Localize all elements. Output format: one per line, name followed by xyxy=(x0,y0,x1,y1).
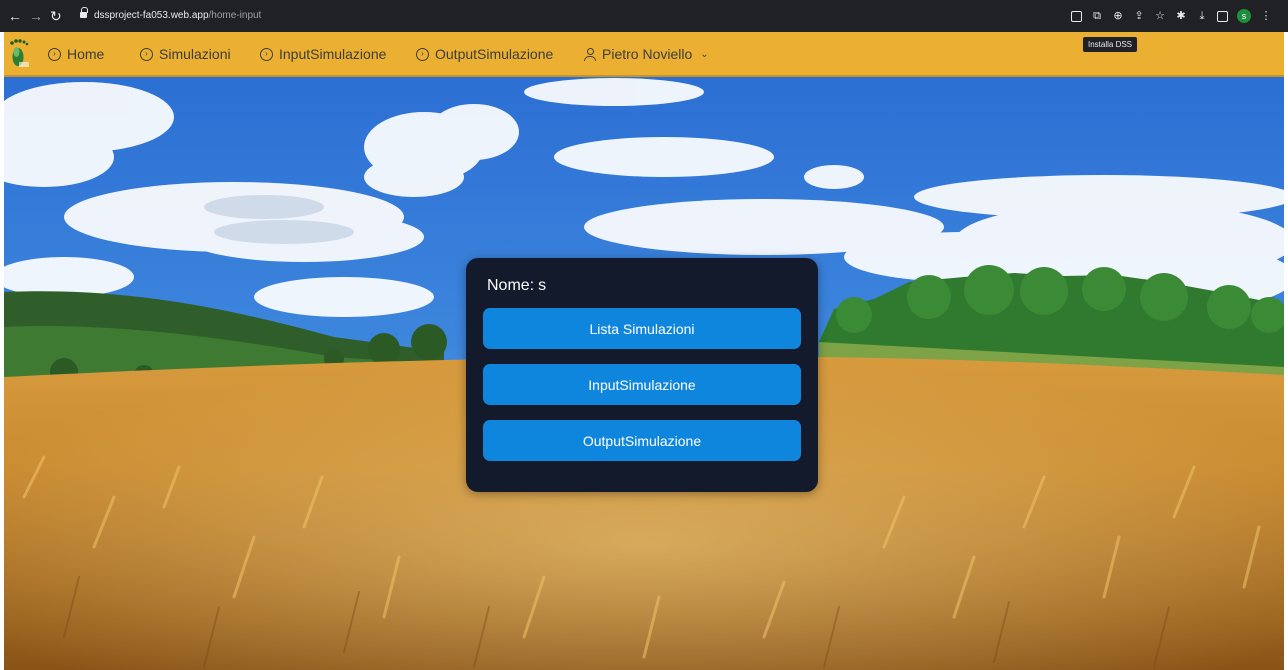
home-input-card: Nome: s Lista Simulazioni InputSimulazion… xyxy=(466,258,818,492)
lista-simulazioni-button[interactable]: Lista Simulazioni xyxy=(483,308,801,349)
lock-icon xyxy=(80,7,88,18)
url-path: /home-input xyxy=(208,10,262,21)
name-value: s xyxy=(538,277,547,294)
bookmark-star-icon[interactable]: ☆ xyxy=(1154,10,1166,22)
translate-icon[interactable]: ⧉ xyxy=(1091,10,1103,22)
chevron-circle-icon: › xyxy=(48,47,61,61)
nav-simulazioni[interactable]: › Simulazioni xyxy=(140,46,231,62)
toolbar-icons: ⧉ ⊕ ⇪ ☆ ✱ ⤓ s ⋮ xyxy=(1071,9,1272,23)
nav-outputsimulazione[interactable]: › OutputSimulazione xyxy=(416,46,553,62)
input-simulazione-button[interactable]: InputSimulazione xyxy=(483,364,801,405)
chevron-circle-icon: › xyxy=(260,47,273,61)
output-simulazione-button[interactable]: OutputSimulazione xyxy=(483,420,801,461)
chevron-circle-icon: › xyxy=(416,47,429,61)
nav-inputsimulazione[interactable]: › InputSimulazione xyxy=(260,46,386,62)
profile-avatar[interactable]: s xyxy=(1237,9,1251,23)
nav-outputsimulazione-label: OutputSimulazione xyxy=(435,46,554,62)
url-host: dssproject-fa053.web.app xyxy=(94,10,209,21)
app-logo[interactable] xyxy=(8,37,30,69)
back-arrow-icon[interactable]: ← xyxy=(8,9,22,23)
forward-arrow-icon[interactable]: → xyxy=(29,9,43,23)
user-name: Pietro Noviello xyxy=(602,46,693,62)
nav-inputsimulazione-label: InputSimulazione xyxy=(279,46,387,62)
side-panel-icon[interactable] xyxy=(1217,10,1228,22)
nav-home-label: Home xyxy=(67,46,105,62)
share-icon[interactable]: ⇪ xyxy=(1133,10,1145,22)
browser-toolbar: ← → ↻ dssproject-fa053.web.app/home-inpu… xyxy=(0,0,1288,32)
menu-kebab-icon[interactable]: ⋮ xyxy=(1260,10,1272,22)
url-text: dssproject-fa053.web.app/home-input xyxy=(94,10,261,21)
nav-user-menu[interactable]: Pietro Noviello ⌄ xyxy=(584,46,709,62)
name-label: Nome: xyxy=(487,277,535,294)
download-icon[interactable]: ⤓ xyxy=(1196,10,1208,22)
nav-simulazioni-label: Simulazioni xyxy=(159,46,231,62)
install-app-icon[interactable] xyxy=(1071,10,1082,22)
extensions-icon[interactable]: ✱ xyxy=(1175,10,1187,22)
name-display: Nome: s xyxy=(487,277,546,295)
zoom-icon[interactable]: ⊕ xyxy=(1112,10,1124,22)
chevron-circle-icon: › xyxy=(140,47,153,61)
user-icon xyxy=(584,47,596,61)
chevron-down-icon: ⌄ xyxy=(700,48,709,60)
install-tooltip: Installa DSS xyxy=(1083,37,1138,52)
reload-icon[interactable]: ↻ xyxy=(50,9,62,23)
nav-home[interactable]: › Home xyxy=(48,46,104,62)
